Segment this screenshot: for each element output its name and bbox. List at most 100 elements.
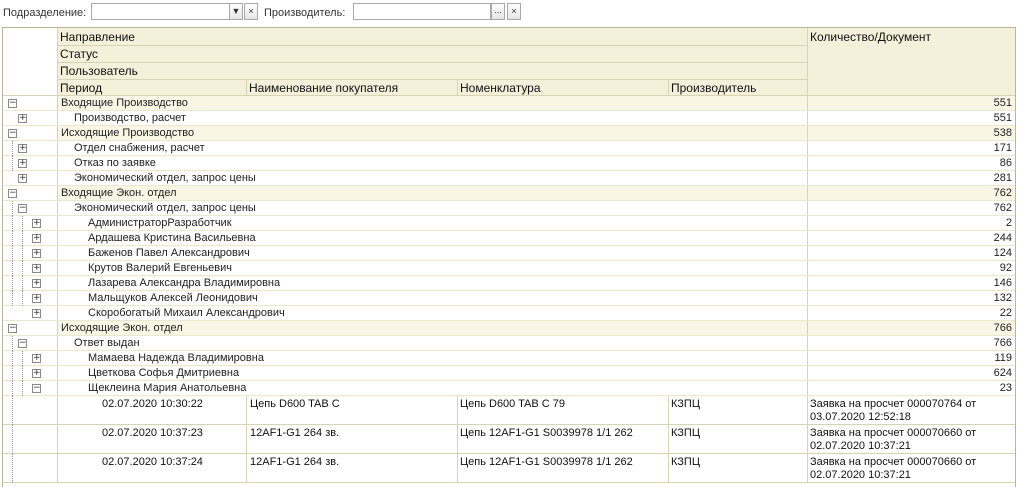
tree-row[interactable]: + Баженов Павел Александрович 124 — [3, 246, 1015, 261]
tree-row[interactable]: − Исходящие Производство 538 — [3, 126, 1015, 141]
column-divider — [807, 381, 808, 395]
expand-toggle-icon[interactable]: + — [32, 234, 41, 243]
column-divider — [246, 396, 247, 424]
detail-row[interactable]: 02.07.2020 10:37:23 12AF1-G1 264 зв. Цепь … — [3, 425, 1015, 454]
column-divider — [807, 141, 808, 155]
row-label: Крутов Валерий Евгеньевич — [88, 262, 232, 274]
filter-bar: Подразделение: ▼ × Производитель: ... × — [0, 0, 1022, 27]
header-tree-column — [3, 28, 58, 96]
collapse-toggle-icon[interactable]: − — [18, 204, 27, 213]
expand-toggle-icon[interactable]: + — [32, 369, 41, 378]
tree-row[interactable]: − Щеклеина Мария Анатольевна 23 — [3, 381, 1015, 396]
detail-document-line2[interactable]: 02.07.2020 10:37:21 — [810, 440, 911, 453]
manufacturer-clear-button[interactable]: × — [507, 3, 521, 20]
row-label: Исходящие Экон. отдел — [61, 322, 183, 334]
tree-row[interactable]: − Входящие Экон. отдел 762 — [3, 186, 1015, 201]
collapse-toggle-icon[interactable]: − — [32, 384, 41, 393]
tree-connector — [12, 396, 13, 425]
column-divider — [807, 291, 808, 305]
tree-row[interactable]: + Экономический отдел, запрос цены 281 — [3, 171, 1015, 186]
manufacturer-input[interactable] — [353, 3, 491, 20]
tree-row[interactable]: + Мальщуков Алексей Леонидович 132 — [3, 291, 1015, 306]
manufacturer-select-button[interactable]: ... — [491, 3, 505, 20]
tree-row[interactable]: + Ардашева Кристина Васильевна 244 — [3, 231, 1015, 246]
tree-row[interactable]: + Цветкова Софья Дмитриевна 624 — [3, 366, 1015, 381]
division-dropdown-button[interactable]: ▼ — [229, 3, 243, 20]
division-clear-button[interactable]: × — [244, 3, 258, 20]
expand-toggle-icon[interactable]: + — [32, 354, 41, 363]
row-quantity: 2 — [1005, 217, 1012, 229]
collapse-toggle-icon[interactable]: − — [8, 189, 17, 198]
expand-toggle-icon[interactable]: + — [18, 159, 27, 168]
expand-toggle-icon[interactable]: + — [32, 264, 41, 273]
expand-toggle-icon[interactable]: + — [32, 249, 41, 258]
tree-row[interactable]: + Отдел снабжения, расчет 171 — [3, 141, 1015, 156]
detail-document-line2[interactable]: 02.07.2020 10:37:21 — [810, 469, 911, 482]
tree-row[interactable]: + АдминистраторРазработчик 2 — [3, 216, 1015, 231]
column-divider — [807, 276, 808, 290]
tree-row[interactable]: − Исходящие Экон. отдел 766 — [3, 321, 1015, 336]
tree-connector — [12, 201, 13, 216]
column-divider — [807, 126, 808, 140]
detail-document-line1[interactable]: Заявка на просчет 000070660 от — [810, 456, 976, 469]
tree-row[interactable]: + Отказ по заявке 86 — [3, 156, 1015, 171]
collapse-toggle-icon[interactable]: − — [18, 339, 27, 348]
detail-row[interactable]: 02.07.2020 10:37:24 12AF1-G1 264 зв. Цепь … — [3, 454, 1015, 483]
header-quantity[interactable]: Количество/Документ — [808, 29, 1015, 45]
detail-document-line1[interactable]: Заявка на просчет 000070764 от — [810, 398, 976, 411]
tree-gutter — [3, 171, 58, 185]
row-quantity: 281 — [993, 172, 1012, 184]
tree-row[interactable]: + Лазарева Александра Владимировна 146 — [3, 276, 1015, 291]
detail-document-line1[interactable]: Заявка на просчет 000070660 от — [810, 427, 976, 440]
tree-connector — [12, 291, 13, 306]
detail-document-line2[interactable]: 03.07.2020 12:52:18 — [810, 411, 911, 424]
tree-connector — [12, 336, 13, 351]
row-label: Мальщуков Алексей Леонидович — [88, 292, 258, 304]
detail-row[interactable]: 02.07.2020 10:30:22 Цепь D600 TAB C Цепь D… — [3, 396, 1015, 425]
expand-toggle-icon[interactable]: + — [18, 174, 27, 183]
expand-toggle-icon[interactable]: + — [18, 114, 27, 123]
tree-connector — [22, 261, 23, 276]
expand-toggle-icon[interactable]: + — [18, 144, 27, 153]
tree-row[interactable]: + Производство, расчет 551 — [3, 111, 1015, 126]
detail-buyer: Цепь D600 TAB C — [250, 398, 340, 410]
row-quantity: 551 — [993, 97, 1012, 109]
row-label: Ардашева Кристина Васильевна — [88, 232, 256, 244]
column-divider — [807, 351, 808, 365]
collapse-toggle-icon[interactable]: − — [8, 129, 17, 138]
tree-row[interactable]: − Ответ выдан 766 — [3, 336, 1015, 351]
tree-connector — [22, 351, 23, 366]
tree-row[interactable]: + Скоробогатый Михаил Александрович 22 — [3, 306, 1015, 321]
row-quantity: 762 — [993, 187, 1012, 199]
header-buyer[interactable]: Наименование покупателя — [247, 80, 457, 96]
expand-toggle-icon[interactable]: + — [32, 294, 41, 303]
column-divider — [807, 231, 808, 245]
vertical-scrollbar[interactable] — [1017, 27, 1022, 487]
column-divider — [246, 454, 247, 482]
column-divider — [807, 156, 808, 170]
collapse-toggle-icon[interactable]: − — [8, 324, 17, 333]
header-manufacturer[interactable]: Производитель — [669, 80, 807, 96]
expand-toggle-icon[interactable]: + — [32, 309, 41, 318]
collapse-toggle-icon[interactable]: − — [8, 99, 17, 108]
tree-row[interactable]: + Мамаева Надежда Владимировна 119 — [3, 351, 1015, 366]
tree-connector — [12, 156, 13, 171]
header-nomenclature[interactable]: Номенклатура — [458, 80, 668, 96]
tree-row[interactable]: − Экономический отдел, запрос цены 762 — [3, 201, 1015, 216]
report-grid: Направление Статус Пользователь Период Н… — [2, 27, 1016, 487]
row-quantity: 171 — [993, 142, 1012, 154]
row-quantity: 624 — [993, 367, 1012, 379]
expand-toggle-icon[interactable]: + — [32, 279, 41, 288]
expand-toggle-icon[interactable]: + — [32, 219, 41, 228]
header-direction[interactable]: Направление — [58, 29, 808, 45]
division-input[interactable] — [91, 3, 230, 20]
tree-connector — [12, 216, 13, 231]
tree-row[interactable]: + Крутов Валерий Евгеньевич 92 — [3, 261, 1015, 276]
header-user[interactable]: Пользователь — [58, 63, 808, 79]
row-quantity: 551 — [993, 112, 1012, 124]
header-status[interactable]: Статус — [58, 46, 808, 62]
header-period[interactable]: Период — [58, 80, 246, 96]
row-label: Мамаева Надежда Владимировна — [88, 352, 264, 364]
column-divider — [246, 425, 247, 453]
tree-row[interactable]: − Входящие Производство 551 — [3, 96, 1015, 111]
